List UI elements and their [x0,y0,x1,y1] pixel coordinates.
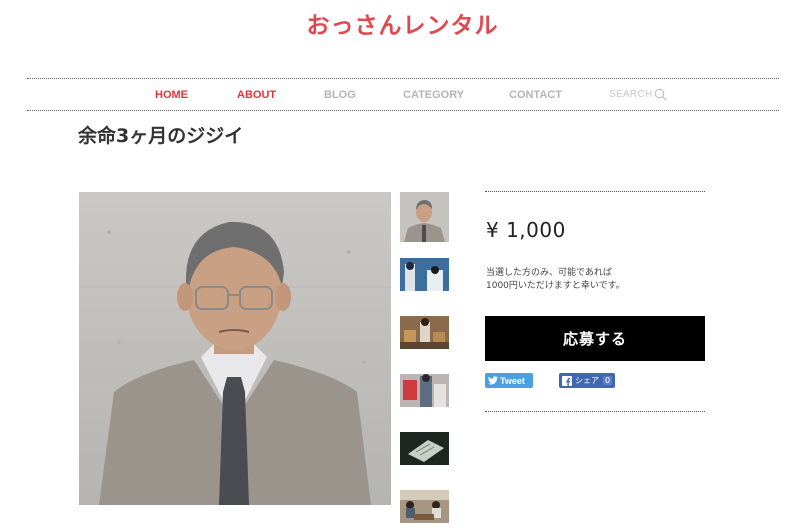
tweet-button[interactable]: Tweet [485,373,533,388]
nav-about[interactable]: ABOUT [237,89,276,101]
search-icon[interactable] [654,88,668,101]
tweet-label: Tweet [500,375,525,386]
search-placeholder: SEARCH [609,88,653,100]
thumbnail-4[interactable] [400,374,449,407]
divider-top [485,191,705,192]
twitter-bird-icon [488,376,498,385]
thumbnail-1[interactable] [400,192,449,242]
apply-button[interactable]: 応募する [485,316,705,361]
product-note: 当選した方のみ、可能であれば 1000円いただけますと幸いです。 [486,267,625,293]
nav-home[interactable]: HOME [155,89,188,101]
site-title[interactable]: おっさんレンタル [0,6,787,40]
main-nav: HOME ABOUT BLOG CATEGORY CONTACT SEARCH [27,78,779,111]
nav-blog[interactable]: BLOG [324,89,356,101]
product-price: ¥ 1,000 [486,218,566,242]
nav-category[interactable]: CATEGORY [403,89,464,101]
share-count: 0 [603,376,613,385]
thumbnail-2[interactable] [400,258,449,291]
product-note-line-2: 1000円いただけますと幸いです。 [486,281,625,291]
thumbnail-3[interactable] [400,316,449,349]
product-note-line-1: 当選した方のみ、可能であれば [486,268,612,278]
nav-contact[interactable]: CONTACT [509,89,562,101]
product-main-photo[interactable] [79,192,391,505]
thumbnail-6[interactable] [400,490,449,523]
product-title: 余命3ヶ月のジジイ [78,125,244,147]
share-label: シェア [575,376,599,385]
search-box[interactable]: SEARCH [609,85,669,103]
thumbnail-5[interactable] [400,432,449,465]
divider-bottom [485,411,705,412]
facebook-share-button[interactable]: シェア 0 [559,373,615,388]
facebook-icon [562,375,572,386]
